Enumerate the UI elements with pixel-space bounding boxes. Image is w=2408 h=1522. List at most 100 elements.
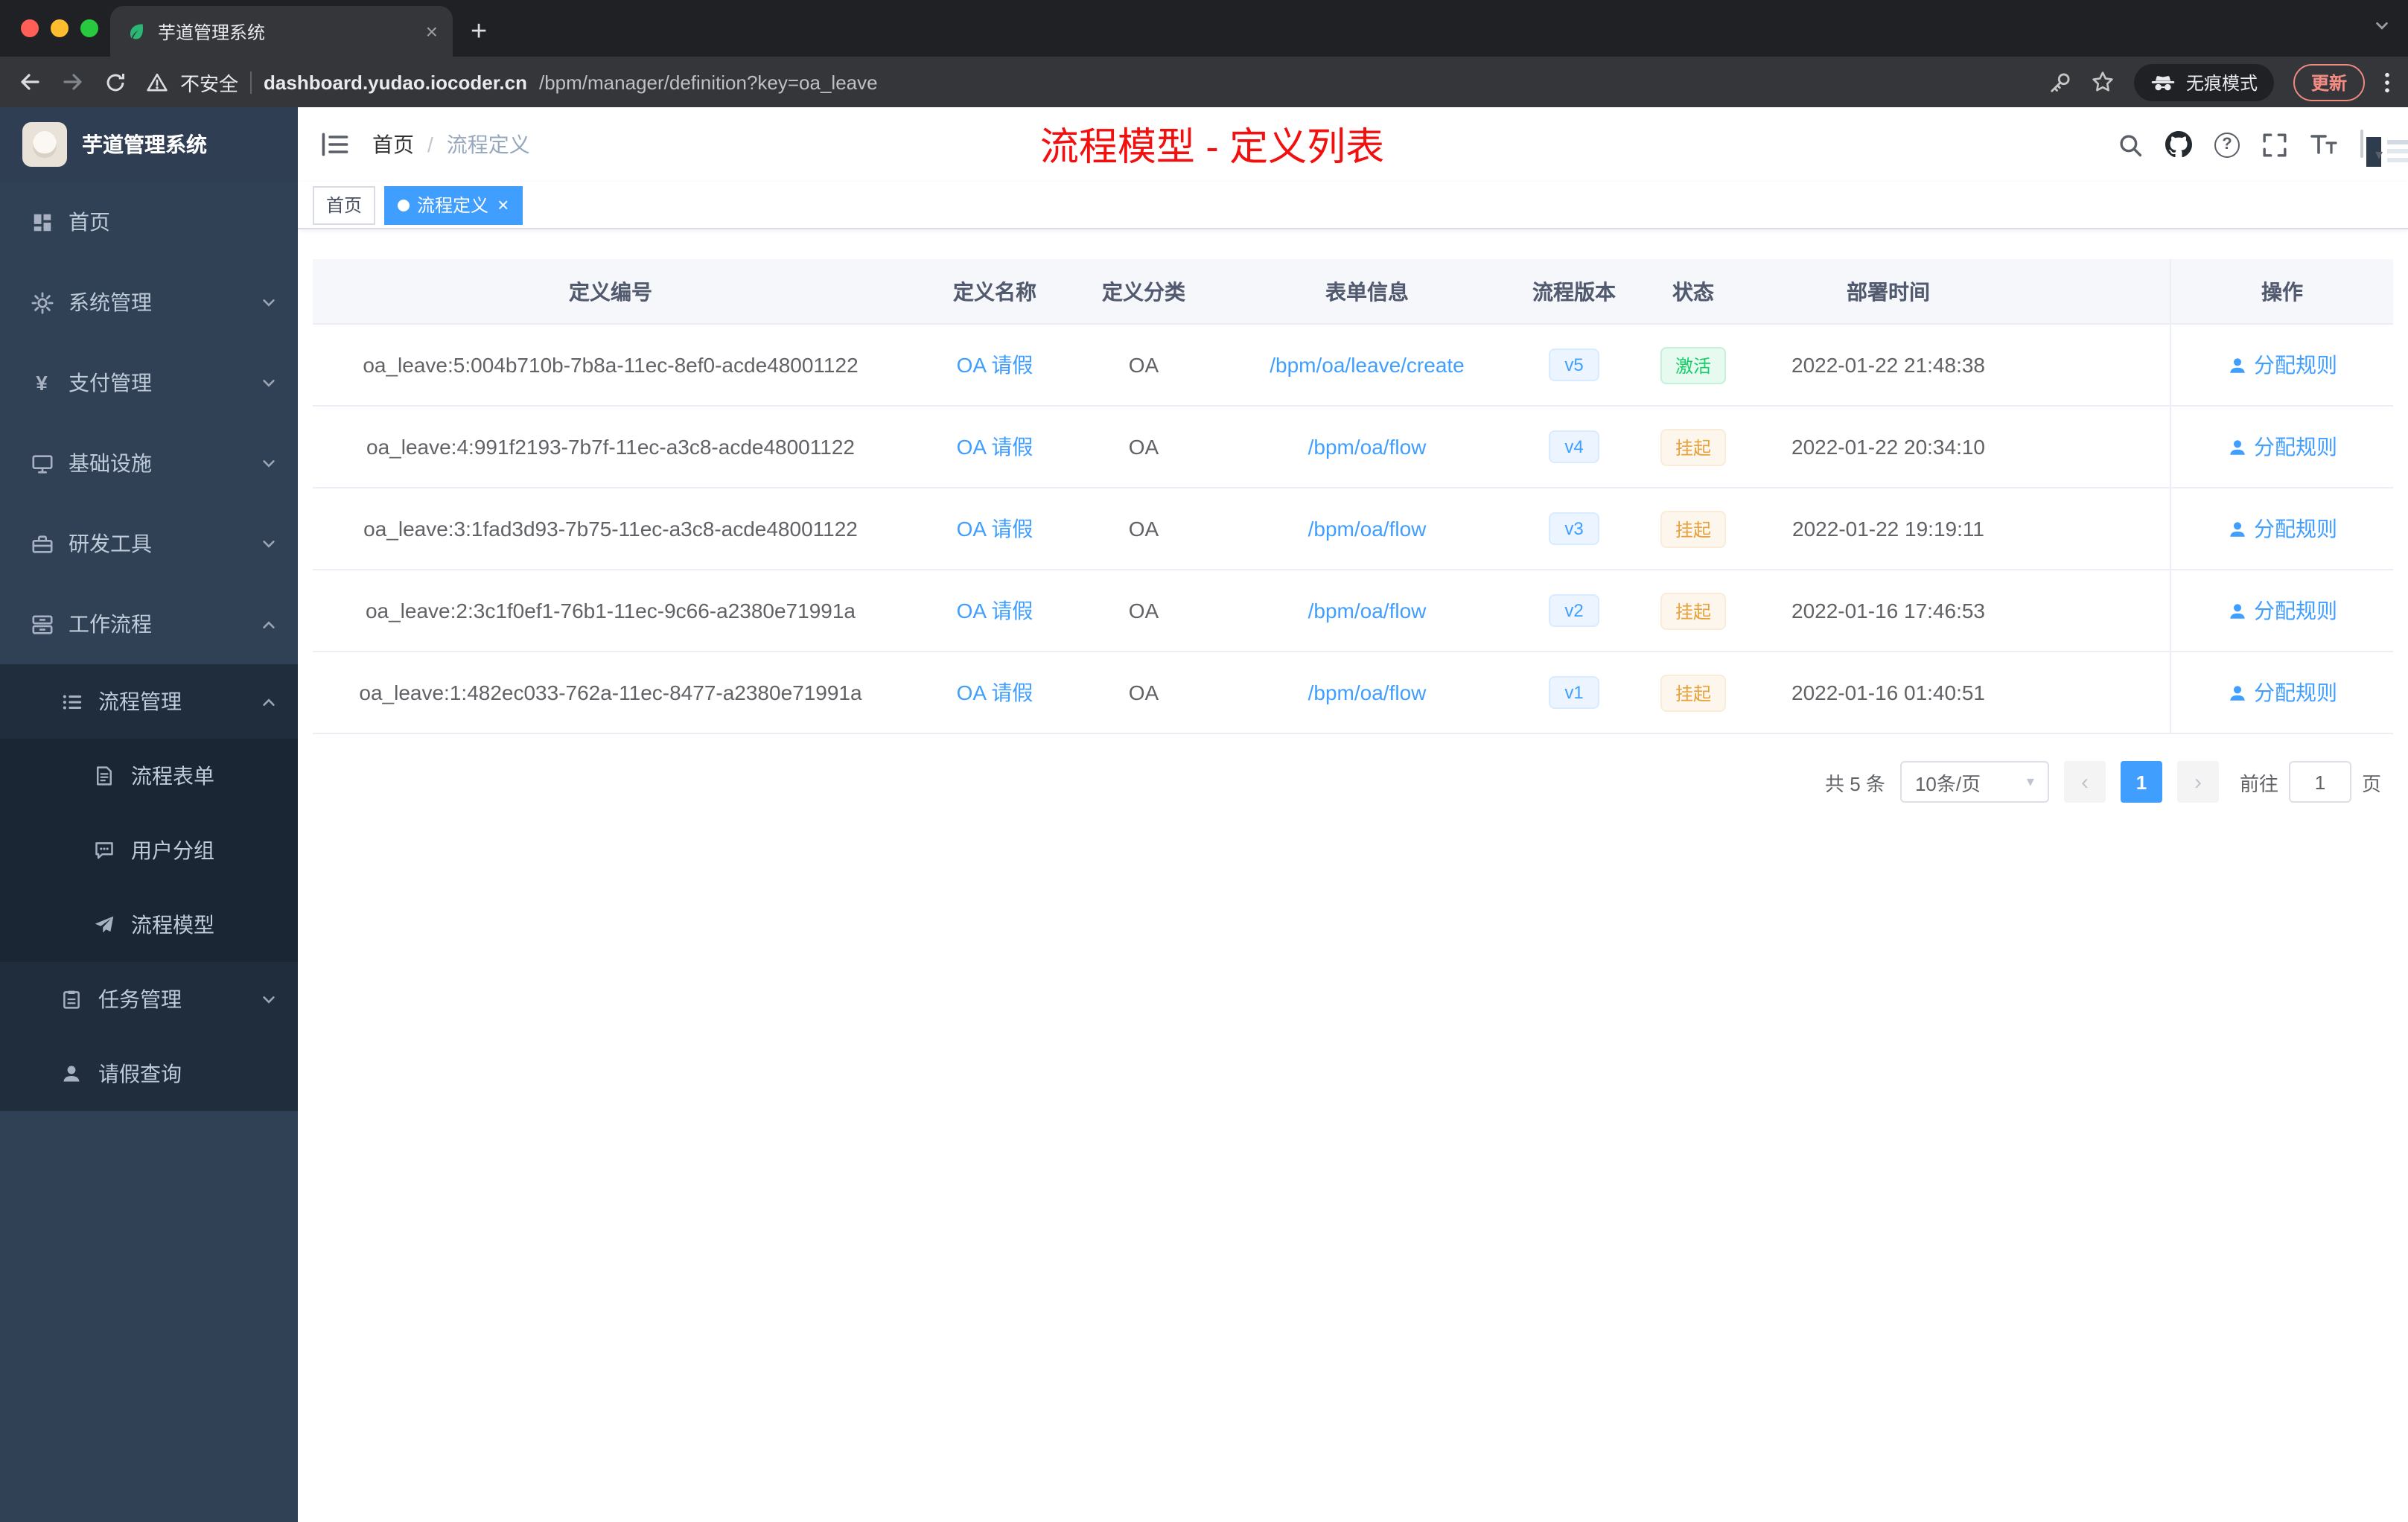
fullscreen-icon[interactable] xyxy=(2262,132,2287,157)
help-icon[interactable]: ? xyxy=(2214,132,2240,157)
not-secure-warning-icon[interactable] xyxy=(146,71,168,93)
form-link[interactable]: /bpm/oa/flow xyxy=(1308,435,1427,459)
column-header: 操作 xyxy=(2170,259,2393,323)
app-logo[interactable]: 芋道管理系统 xyxy=(0,107,298,182)
status-badge: 挂起 xyxy=(1660,510,1726,547)
sidebar-item-process-management[interactable]: 流程管理 xyxy=(0,664,298,739)
definition-name-link[interactable]: OA 请假 xyxy=(957,596,1033,625)
sidebar-item-user-group[interactable]: 用户分组 xyxy=(0,813,298,888)
chevron-down-icon xyxy=(261,375,277,391)
search-icon[interactable] xyxy=(2118,132,2143,157)
version-tag: v2 xyxy=(1548,594,1600,627)
sidebar-item-label: 流程模型 xyxy=(131,913,214,937)
sidebar-item-infrastructure[interactable]: 基础设施 xyxy=(0,423,298,503)
bookmark-star-icon[interactable] xyxy=(2091,70,2115,94)
reload-icon[interactable] xyxy=(104,71,127,93)
definition-name-link[interactable]: OA 请假 xyxy=(957,678,1033,707)
chevron-down-icon xyxy=(261,535,277,552)
sidebar-item-system-management[interactable]: 系统管理 xyxy=(0,262,298,343)
definition-id: oa_leave:2:3c1f0ef1-76b1-11ec-9c66-a2380… xyxy=(365,599,856,623)
sidebar-item-process-form[interactable]: 流程表单 xyxy=(0,739,298,813)
sidebar-item-dev-tools[interactable]: 研发工具 xyxy=(0,503,298,584)
address-bar[interactable]: 不安全 dashboard.yudao.iocoder.cn /bpm/mana… xyxy=(146,68,2030,96)
sidebar-item-label: 研发工具 xyxy=(69,532,152,555)
definition-id: oa_leave:3:1fad3d93-7b75-11ec-a3c8-acde4… xyxy=(363,517,858,541)
avatar-image xyxy=(2360,130,2363,158)
version-tag: v4 xyxy=(1548,430,1600,463)
tag-close-icon[interactable]: × xyxy=(497,195,509,214)
incognito-badge: 无痕模式 xyxy=(2133,63,2274,101)
sidebar-item-label: 流程管理 xyxy=(98,690,182,713)
zoom-window-button[interactable] xyxy=(80,19,98,37)
app-root: 芋道管理系统 首页 系统管理 ¥ 支付管理 基础设施 研发工具 工作流程 流程管… xyxy=(0,107,2408,1522)
version-tag: v3 xyxy=(1548,512,1600,545)
close-window-button[interactable] xyxy=(21,19,39,37)
status-badge: 挂起 xyxy=(1660,428,1726,465)
assign-rule-link[interactable]: 分配规则 xyxy=(2227,678,2337,707)
tag-home[interactable]: 首页 xyxy=(313,185,376,224)
definition-name-link[interactable]: OA 请假 xyxy=(957,432,1033,462)
definition-category: OA xyxy=(1128,599,1159,623)
tab-search-chevron-icon[interactable] xyxy=(2374,18,2390,34)
definition-name-link[interactable]: OA 请假 xyxy=(957,350,1033,380)
new-tab-button[interactable]: + xyxy=(471,18,487,46)
avatar[interactable]: ▾ xyxy=(2360,130,2383,164)
forward-icon[interactable] xyxy=(61,70,85,94)
sidebar-item-payment-management[interactable]: ¥ 支付管理 xyxy=(0,343,298,423)
column-header: 部署时间 xyxy=(1847,279,1930,303)
assign-rule-link[interactable]: 分配规则 xyxy=(2227,432,2337,462)
sidebar-item-label: 基础设施 xyxy=(69,451,152,475)
form-link[interactable]: /bpm/oa/flow xyxy=(1308,681,1427,704)
update-button[interactable]: 更新 xyxy=(2293,63,2365,101)
sidebar-item-home[interactable]: 首页 xyxy=(0,182,298,262)
browser-menu-icon[interactable] xyxy=(2384,71,2390,93)
toolbox-icon xyxy=(30,532,54,555)
user-icon xyxy=(2229,439,2244,454)
hamburger-icon[interactable] xyxy=(322,133,348,156)
assign-rule-link[interactable]: 分配规则 xyxy=(2227,350,2337,380)
form-link[interactable]: /bpm/oa/leave/create xyxy=(1270,353,1465,377)
assign-rule-link[interactable]: 分配规则 xyxy=(2227,596,2337,625)
browser-toolbar: 不安全 dashboard.yudao.iocoder.cn /bpm/mana… xyxy=(0,57,2408,107)
dashboard-icon xyxy=(30,210,54,234)
form-link[interactable]: /bpm/oa/flow xyxy=(1308,517,1427,541)
sidebar-item-leave-query[interactable]: 请假查询 xyxy=(0,1037,298,1111)
key-icon[interactable] xyxy=(2049,71,2071,93)
browser-tab[interactable]: 芋道管理系统 × xyxy=(110,6,453,57)
list-icon xyxy=(60,690,83,713)
chevron-down-icon xyxy=(261,455,277,471)
assign-rule-link[interactable]: 分配规则 xyxy=(2227,514,2337,544)
back-icon[interactable] xyxy=(18,70,42,94)
tag-process-definition[interactable]: 流程定义 × xyxy=(384,185,523,224)
sidebar-item-task-management[interactable]: 任务管理 xyxy=(0,962,298,1037)
sidebar-item-workflow[interactable]: 工作流程 xyxy=(0,584,298,664)
definition-category: OA xyxy=(1128,517,1159,541)
sidebar-item-process-model[interactable]: 流程模型 xyxy=(0,888,298,962)
chevron-up-icon xyxy=(261,693,277,710)
prev-page-button[interactable]: ‹ xyxy=(2063,761,2106,803)
deploy-time: 2022-01-22 20:34:10 xyxy=(1791,435,1985,459)
page-size-select[interactable]: 10条/页 ▾ xyxy=(1899,761,2049,803)
incognito-spy-icon xyxy=(2150,72,2176,92)
tab-close-icon[interactable]: × xyxy=(426,19,438,43)
github-icon[interactable] xyxy=(2165,131,2192,158)
user-icon xyxy=(2229,521,2244,536)
goto-page-input[interactable] xyxy=(2288,761,2351,803)
tag-label: 流程定义 xyxy=(417,195,489,216)
current-page-button[interactable]: 1 xyxy=(2120,761,2162,803)
yen-icon: ¥ xyxy=(36,371,48,395)
definition-name-link[interactable]: OA 请假 xyxy=(957,514,1033,544)
form-link[interactable]: /bpm/oa/flow xyxy=(1308,599,1427,623)
definition-category: OA xyxy=(1128,435,1159,459)
font-size-icon[interactable] xyxy=(2310,133,2338,156)
content-area: 定义编号 定义名称 定义分类 表单信息 流程版本 状态 部署时间 操作 oa_l… xyxy=(298,229,2408,1522)
breadcrumb-home[interactable]: 首页 xyxy=(372,130,414,159)
page-title: 流程模型 - 定义列表 xyxy=(1039,124,1385,169)
deploy-time: 2022-01-16 01:40:51 xyxy=(1791,681,1985,704)
minimize-window-button[interactable] xyxy=(51,19,69,37)
table-row: oa_leave:2:3c1f0ef1-76b1-11ec-9c66-a2380… xyxy=(313,570,2393,652)
next-page-button[interactable]: › xyxy=(2176,761,2219,803)
process-management-submenu: 流程表单 用户分组 流程模型 xyxy=(0,739,298,962)
column-header: 定义编号 xyxy=(569,279,652,303)
status-badge: 挂起 xyxy=(1660,592,1726,629)
